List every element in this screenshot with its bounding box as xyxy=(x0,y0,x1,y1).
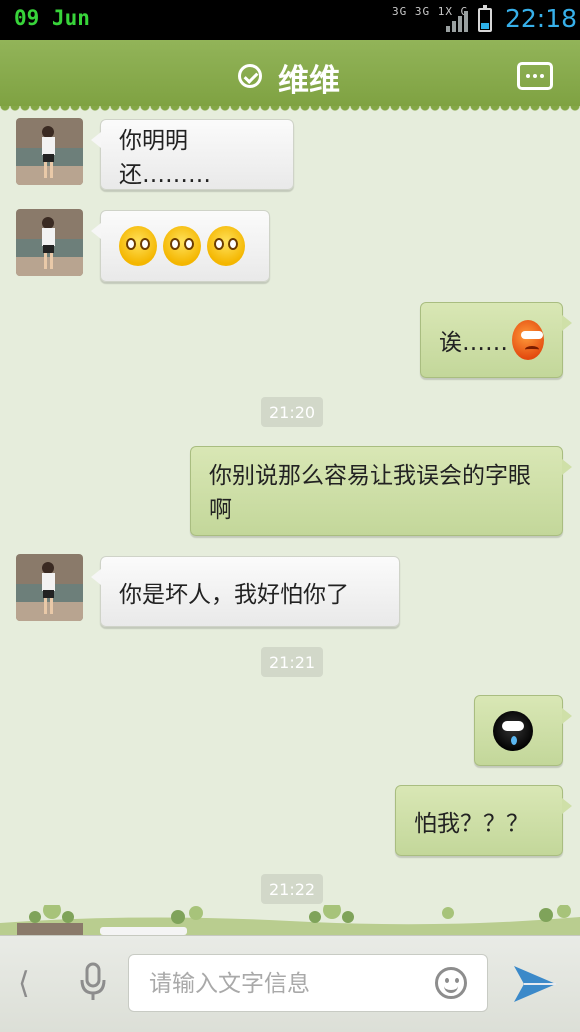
chat-header: 维维 xyxy=(0,40,580,112)
message-timestamp: 21:21 xyxy=(261,647,324,677)
status-date: 09 Jun xyxy=(14,6,90,30)
microphone-icon[interactable] xyxy=(78,962,108,1002)
message-timestamp: 21:22 xyxy=(261,874,324,904)
message-text: 你别说那么容易让我误会的字眼啊 xyxy=(209,463,531,523)
message-text: 怕我？？？ xyxy=(414,810,529,837)
message-bubble-sent[interactable] xyxy=(474,695,572,766)
chat-menu-icon[interactable] xyxy=(517,62,553,90)
contact-avatar[interactable] xyxy=(16,209,83,276)
message-bubble-sent[interactable]: 你别说那么容易让我误会的字眼啊 xyxy=(190,446,572,536)
message-input-box[interactable] xyxy=(128,954,488,1012)
message-text: 你是坏人，我好怕你了 xyxy=(119,581,349,608)
avatar-photo xyxy=(16,554,83,621)
angry-emoji-icon xyxy=(512,320,544,360)
message-timestamp: 21:20 xyxy=(261,397,324,427)
contact-avatar[interactable] xyxy=(16,554,83,621)
blush-emoji-icon xyxy=(163,226,201,266)
avatar-photo xyxy=(16,118,83,185)
check-circle-icon xyxy=(238,64,262,88)
message-bubble-received[interactable]: 你明明还……… xyxy=(91,119,294,190)
message-bubble-sent[interactable]: 怕我？？？ xyxy=(395,785,572,856)
landscape-decoration xyxy=(0,905,580,935)
network-label-3g: 3G xyxy=(392,5,408,18)
message-text: 诶…… xyxy=(439,330,508,356)
blush-emoji-icon xyxy=(207,226,245,266)
smiley-icon[interactable] xyxy=(435,967,467,999)
blush-emoji-icon xyxy=(119,226,157,266)
status-bar: 09 Jun 3G 3G 1X G 22:18 xyxy=(0,0,580,40)
message-input[interactable] xyxy=(147,967,421,1001)
black-crying-emoji-icon xyxy=(493,710,533,751)
status-time: 22:18 xyxy=(505,4,578,33)
message-text: 你明明还……… xyxy=(119,127,211,188)
signal-bars-icon xyxy=(446,10,472,32)
chevron-left-icon[interactable]: ⟨ xyxy=(18,966,30,1001)
message-bubble-received[interactable]: 你是坏人，我好怕你了 xyxy=(91,556,400,627)
battery-icon xyxy=(478,5,492,32)
message-bubble-sent[interactable]: 诶…… xyxy=(420,302,572,378)
message-bubble-received[interactable] xyxy=(91,210,270,282)
chat-title: 维维 xyxy=(278,63,340,99)
contact-avatar[interactable] xyxy=(16,118,83,185)
send-icon[interactable] xyxy=(512,962,558,1006)
message-input-bar: ⟨ xyxy=(0,935,580,1032)
avatar-photo xyxy=(16,209,83,276)
